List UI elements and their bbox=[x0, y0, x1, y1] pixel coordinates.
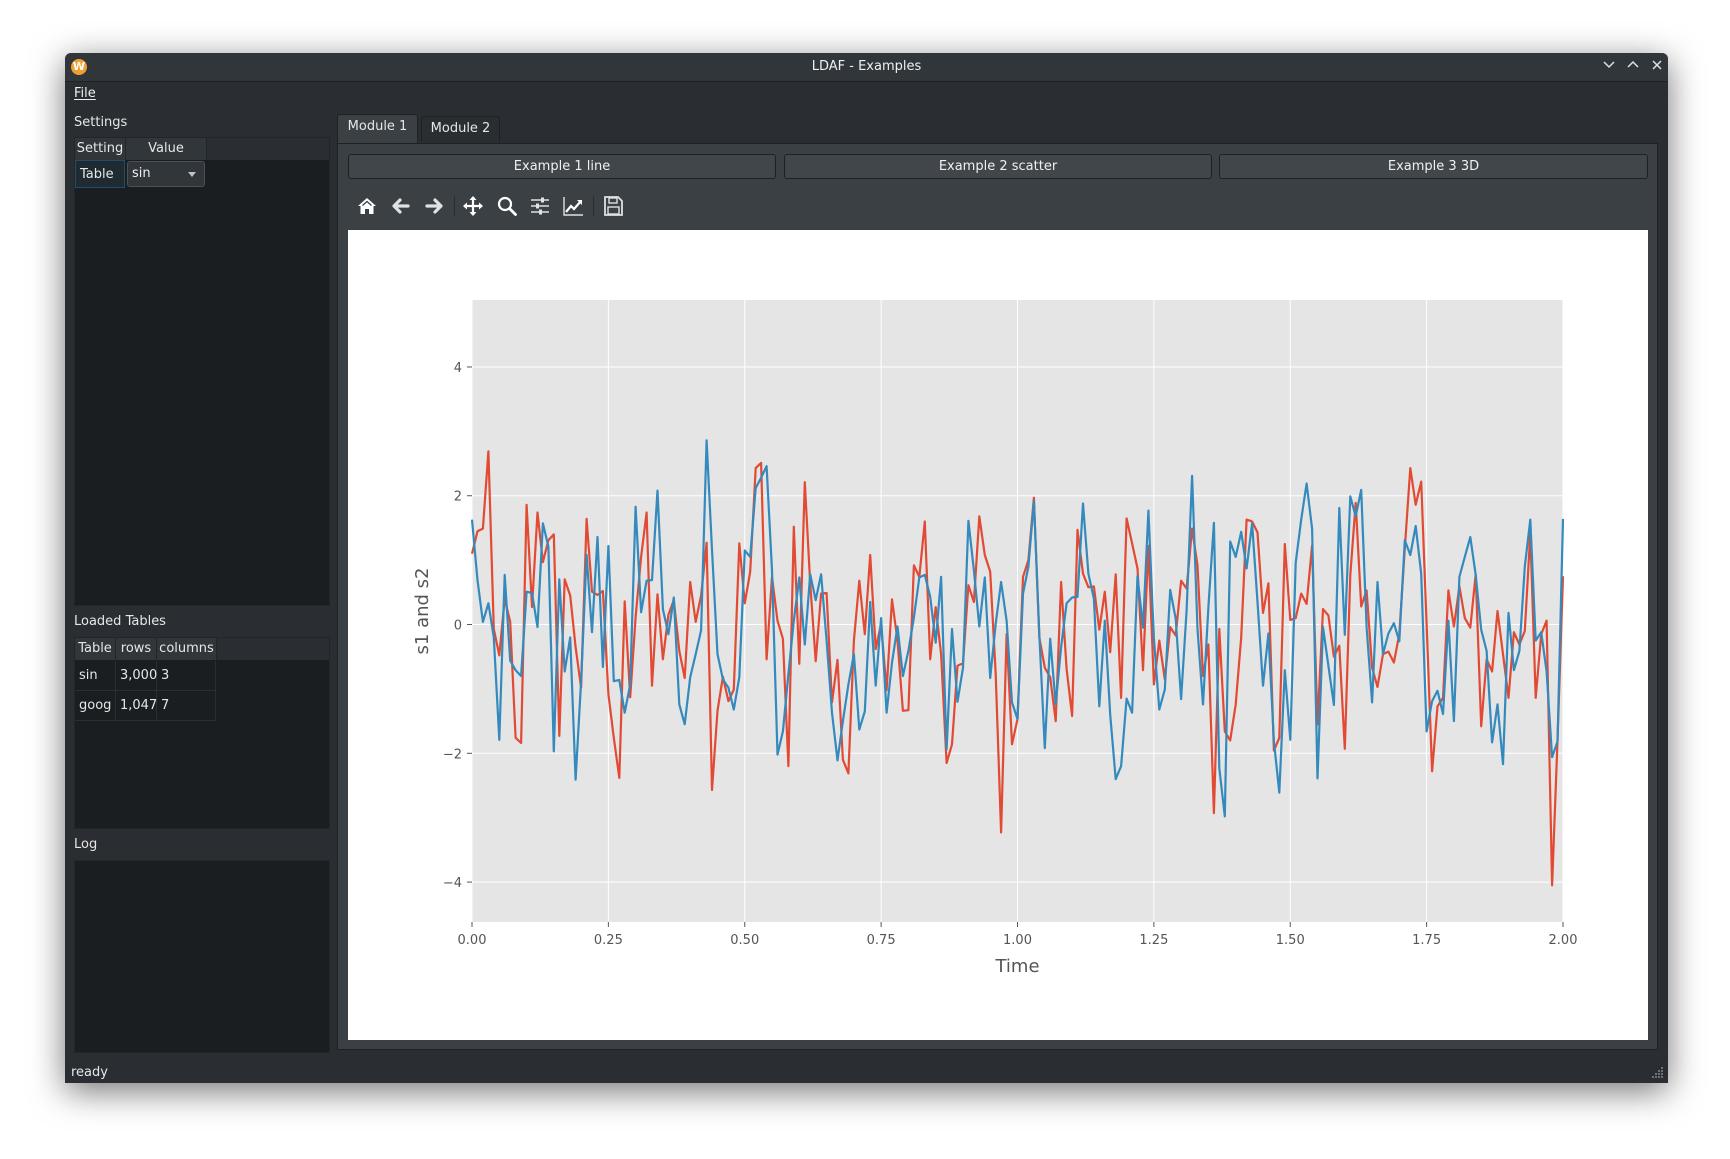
x-tick-label: 1.50 bbox=[1276, 933, 1305, 948]
home-icon[interactable] bbox=[354, 193, 380, 219]
toolbar-separator bbox=[593, 196, 594, 216]
tab-module-1[interactable]: Module 1 bbox=[337, 114, 418, 143]
settings-table: Setting Value Table sin bbox=[74, 137, 330, 606]
y-tick-label: 0 bbox=[454, 619, 462, 634]
y-tick-label: −4 bbox=[443, 876, 462, 891]
forward-icon[interactable] bbox=[421, 193, 447, 219]
menu-file[interactable]: File bbox=[74, 86, 96, 101]
log-title: Log bbox=[74, 837, 98, 852]
table-row-sin-name[interactable]: sin bbox=[75, 661, 116, 691]
title-bar[interactable]: W LDAF - Examples bbox=[65, 53, 1668, 82]
table-select-dropdown[interactable]: sin bbox=[127, 161, 205, 187]
y-axis-label: s1 and s2 bbox=[412, 568, 433, 655]
x-tick-label: 0.50 bbox=[730, 933, 759, 948]
x-tick-label: 1.75 bbox=[1412, 933, 1441, 948]
settings-title: Settings bbox=[74, 115, 128, 130]
x-tick-label: 0.75 bbox=[867, 933, 896, 948]
x-tick-label: 0.25 bbox=[594, 933, 623, 948]
tables-header-columns[interactable]: columns bbox=[157, 638, 217, 660]
menu-file-label: File bbox=[74, 86, 96, 101]
example-1-line-button[interactable]: Example 1 line bbox=[348, 154, 776, 179]
plot-canvas[interactable]: 0.00 0.25 0.50 0.75 1.00 1.25 1.50 1.75 2.00 −4 −2… bbox=[348, 230, 1648, 1040]
back-icon[interactable] bbox=[388, 193, 414, 219]
table-row-sin-rows[interactable]: 3,000 bbox=[116, 661, 157, 691]
tables-header-table[interactable]: Table bbox=[75, 638, 116, 660]
edit-axis-icon[interactable] bbox=[560, 193, 586, 219]
log-area[interactable] bbox=[74, 860, 330, 1053]
close-icon[interactable] bbox=[1648, 58, 1666, 76]
y-tick-label: 2 bbox=[454, 490, 462, 505]
chevron-down-icon bbox=[188, 172, 196, 177]
tables-header-rows[interactable]: rows bbox=[116, 638, 157, 660]
menu-bar: File bbox=[65, 82, 1668, 106]
window-title: LDAF - Examples bbox=[811, 59, 922, 74]
minimize-icon[interactable] bbox=[1600, 58, 1618, 76]
toolbar-separator bbox=[454, 196, 455, 216]
line-chart[interactable]: 0.00 0.25 0.50 0.75 1.00 1.25 1.50 1.75 2.00 −4 −2… bbox=[348, 230, 1648, 1040]
x-tick-label: 0.00 bbox=[458, 933, 487, 948]
example-2-scatter-button[interactable]: Example 2 scatter bbox=[784, 154, 1212, 179]
y-tick-label: −2 bbox=[443, 747, 462, 762]
x-axis-label: Time bbox=[994, 956, 1039, 977]
configure-subplots-icon[interactable] bbox=[527, 193, 553, 219]
table-row-sin-columns[interactable]: 3 bbox=[157, 661, 216, 691]
settings-cell-setting[interactable]: Table bbox=[75, 160, 125, 188]
tab-module-2[interactable]: Module 2 bbox=[421, 116, 500, 142]
settings-header-setting[interactable]: Setting bbox=[75, 138, 126, 160]
maximize-icon[interactable] bbox=[1624, 58, 1642, 76]
example-3-3d-button[interactable]: Example 3 3D bbox=[1219, 154, 1648, 179]
save-icon[interactable] bbox=[600, 193, 626, 219]
loaded-tables-title: Loaded Tables bbox=[74, 614, 166, 629]
x-tick-label: 1.25 bbox=[1139, 933, 1168, 948]
table-row-goog-rows[interactable]: 1,047 bbox=[116, 691, 157, 721]
table-select-value: sin bbox=[132, 166, 151, 181]
table-row-goog-name[interactable]: goog bbox=[75, 691, 116, 721]
status-bar-text: ready bbox=[71, 1065, 108, 1080]
resize-grip-icon[interactable] bbox=[1652, 1067, 1664, 1079]
zoom-icon[interactable] bbox=[494, 193, 520, 219]
pan-icon[interactable] bbox=[460, 193, 486, 219]
y-tick-label: 4 bbox=[454, 361, 462, 376]
settings-header-value[interactable]: Value bbox=[126, 138, 207, 160]
x-tick-label: 1.00 bbox=[1003, 933, 1032, 948]
app-window: W LDAF - Examples File Settings Setting … bbox=[65, 53, 1668, 1083]
loaded-tables-table: Table rows columns sin 3,000 3 goog 1,04… bbox=[74, 637, 330, 829]
table-row-goog-columns[interactable]: 7 bbox=[157, 691, 216, 721]
x-tick-label: 2.00 bbox=[1549, 933, 1578, 948]
